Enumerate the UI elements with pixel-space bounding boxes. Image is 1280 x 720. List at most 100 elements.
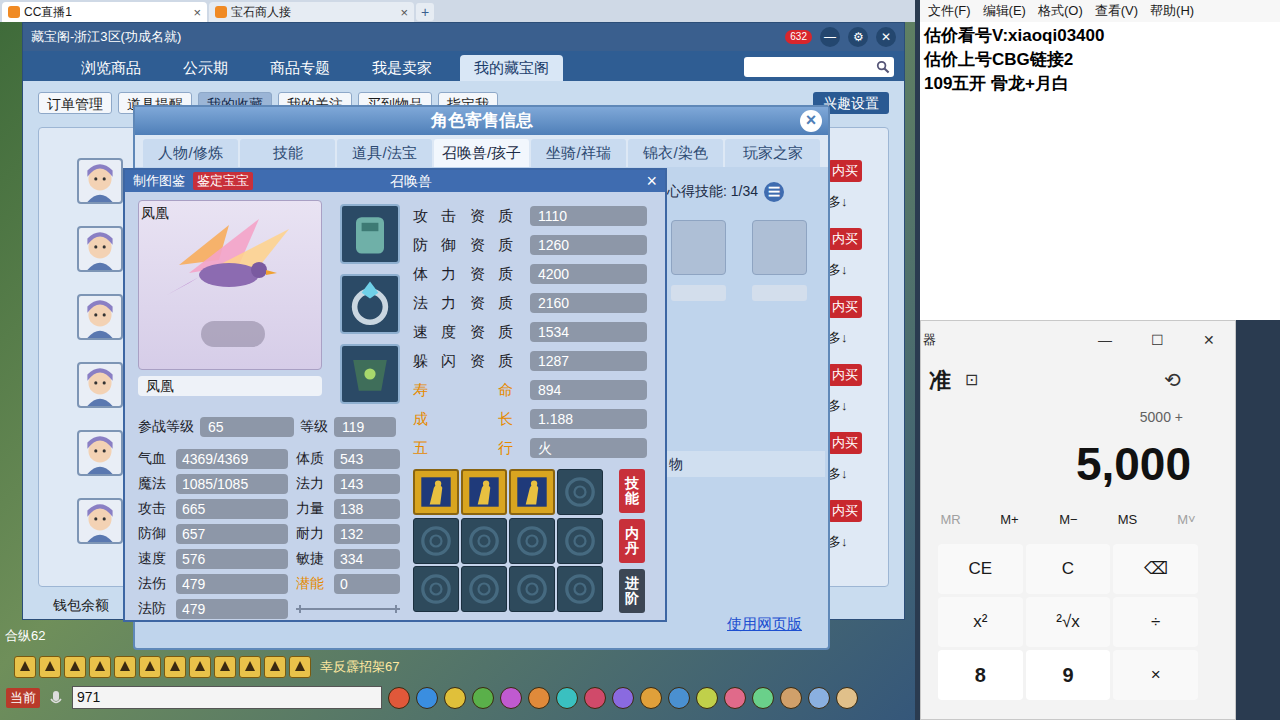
channel-button[interactable]: 当前 — [6, 688, 40, 708]
empty-skill-slot-icon — [509, 518, 555, 564]
more-link[interactable]: 多↓ — [828, 328, 848, 348]
item-shortcut-icon[interactable] — [528, 687, 550, 709]
dialog-tab[interactable]: 人物/修炼 — [143, 139, 238, 167]
calculator-key[interactable]: CE — [938, 544, 1023, 594]
calculator-key[interactable]: C — [1026, 544, 1111, 594]
calculator-key[interactable]: ÷ — [1113, 597, 1198, 647]
browser-tab[interactable]: 宝石商人接 × — [209, 2, 414, 22]
more-link[interactable]: 多↓ — [828, 396, 848, 416]
item-shortcut-icon[interactable] — [724, 687, 746, 709]
item-shortcut-icon[interactable] — [388, 687, 410, 709]
window-control[interactable]: ✕ — [1183, 330, 1235, 351]
item-shortcut-icon[interactable] — [556, 687, 578, 709]
item-shortcut-icon[interactable] — [584, 687, 606, 709]
item-shortcut-icon[interactable] — [696, 687, 718, 709]
window-control[interactable]: ⚙ — [848, 27, 868, 47]
dialog-tab[interactable]: 玩家之家 — [725, 139, 820, 167]
tab-label[interactable]: 宝石商人接 — [231, 3, 396, 21]
item-shortcut-icon[interactable] — [612, 687, 634, 709]
nav-tab[interactable]: 我的藏宝阁 — [460, 55, 563, 81]
toolbar-button-icon — [189, 656, 211, 678]
item-shortcut-icon[interactable] — [640, 687, 662, 709]
calculator-key[interactable]: 9 — [1026, 650, 1111, 700]
side-button[interactable]: 内丹 — [619, 519, 645, 563]
dialog-tab[interactable]: 道具/法宝 — [337, 139, 432, 167]
side-button-label[interactable]: 内丹 — [625, 526, 639, 557]
header-button[interactable]: 鉴定宝宝 — [193, 172, 253, 190]
aptitude-value: 1.188 — [530, 409, 647, 429]
tab-close[interactable]: × — [400, 6, 408, 19]
buy-button[interactable]: 内买 — [828, 500, 862, 522]
window-control[interactable]: ☐ — [1131, 330, 1183, 351]
chat-input[interactable]: 971 — [72, 686, 382, 709]
memory-button[interactable]: M− — [1039, 510, 1098, 530]
chat-input-value[interactable]: 971 — [77, 687, 100, 708]
item-shortcut-icon[interactable] — [500, 687, 522, 709]
buy-button[interactable]: 内买 — [828, 364, 862, 386]
menu-item[interactable]: 查看(V) — [1095, 1, 1138, 21]
nav-tab[interactable]: 我是卖家 — [358, 55, 446, 81]
site-icon — [215, 6, 227, 18]
side-button[interactable]: 技能 — [619, 469, 645, 513]
dialog-tab[interactable]: 技能 — [240, 139, 335, 167]
notepad-text[interactable]: 估价看号V:xiaoqi03400估价上号CBG链接2109五开 骨龙+月白 — [920, 22, 1280, 96]
calculator-key[interactable]: ⌫ — [1113, 544, 1198, 594]
memory-button[interactable]: M+ — [980, 510, 1039, 530]
nav-tab[interactable]: 浏览商品 — [67, 55, 155, 81]
menu-item[interactable]: 文件(F) — [928, 1, 971, 21]
history-button[interactable]: ⟲ — [1164, 365, 1181, 395]
notepad-line[interactable]: 109五开 骨龙+月白 — [924, 72, 1276, 96]
buy-button[interactable]: 内买 — [828, 296, 862, 318]
notepad-line[interactable]: 估价上号CBG链接2 — [924, 48, 1276, 72]
header-button[interactable]: 制作图鉴 — [129, 172, 189, 190]
item-shortcut-icon[interactable] — [836, 687, 858, 709]
calculator-key[interactable]: 8 — [938, 650, 1023, 700]
calculator-key[interactable]: x² — [938, 597, 1023, 647]
web-version-link[interactable]: 使用网页版 — [727, 615, 802, 632]
nav-tab[interactable]: 商品专题 — [256, 55, 344, 81]
item-shortcut-icon[interactable] — [780, 687, 802, 709]
item-shortcut-icon[interactable] — [416, 687, 438, 709]
dialog-tab[interactable]: 坐骑/祥瑞 — [531, 139, 626, 167]
item-shortcut-icon[interactable] — [444, 687, 466, 709]
buy-button[interactable]: 内买 — [828, 228, 862, 250]
window-control[interactable]: — — [820, 27, 840, 47]
item-shortcut-icon[interactable] — [752, 687, 774, 709]
browser-tab[interactable]: CC直播1 × — [2, 2, 207, 22]
tab-close[interactable]: × — [193, 6, 201, 19]
notepad-line[interactable]: 估价看号V:xiaoqi03400 — [924, 24, 1276, 48]
side-button-label[interactable]: 进阶 — [625, 576, 639, 607]
buy-button[interactable]: 内买 — [828, 432, 862, 454]
nav-tab[interactable]: 公示期 — [169, 55, 242, 81]
menu-item[interactable]: 帮助(H) — [1150, 1, 1194, 21]
item-shortcut-icon[interactable] — [808, 687, 830, 709]
dialog-tab[interactable]: 召唤兽/孩子 — [434, 139, 529, 167]
dialog-close[interactable]: × — [800, 110, 822, 132]
calculator-key[interactable]: × — [1113, 650, 1198, 700]
more-link[interactable]: 多↓ — [828, 532, 848, 552]
menu-item[interactable]: 格式(O) — [1038, 1, 1083, 21]
item-shortcut-icon[interactable] — [668, 687, 690, 709]
pin-button[interactable]: ⊡ — [965, 368, 978, 392]
search-field[interactable] — [744, 57, 894, 77]
menu-item[interactable]: 编辑(E) — [983, 1, 1026, 21]
more-link[interactable]: 多↓ — [828, 192, 848, 212]
calculator-key[interactable]: ²√x — [1026, 597, 1111, 647]
buy-button[interactable]: 内买 — [828, 160, 862, 182]
pet-close[interactable]: × — [638, 172, 665, 190]
side-button-label[interactable]: 技能 — [625, 476, 639, 507]
subnav-tab[interactable]: 订单管理 — [38, 92, 112, 114]
window-control[interactable]: — — [1079, 330, 1131, 351]
memory-button[interactable]: MS — [1098, 510, 1157, 530]
dialog-tab[interactable]: 锦衣/染色 — [628, 139, 723, 167]
browser-tab-strip: CC直播1 × 宝石商人接 × + — [0, 0, 915, 22]
window-control[interactable]: ✕ — [876, 27, 896, 47]
side-button[interactable]: 进阶 — [619, 569, 645, 613]
insight-menu[interactable]: ☰ — [764, 182, 784, 202]
more-link[interactable]: 多↓ — [828, 464, 848, 484]
new-tab-button[interactable]: + — [416, 3, 434, 21]
more-link[interactable]: 多↓ — [828, 260, 848, 280]
stat-row: 魔法1085/1085法力143 — [138, 472, 403, 495]
tab-label[interactable]: CC直播1 — [24, 3, 189, 21]
item-shortcut-icon[interactable] — [472, 687, 494, 709]
